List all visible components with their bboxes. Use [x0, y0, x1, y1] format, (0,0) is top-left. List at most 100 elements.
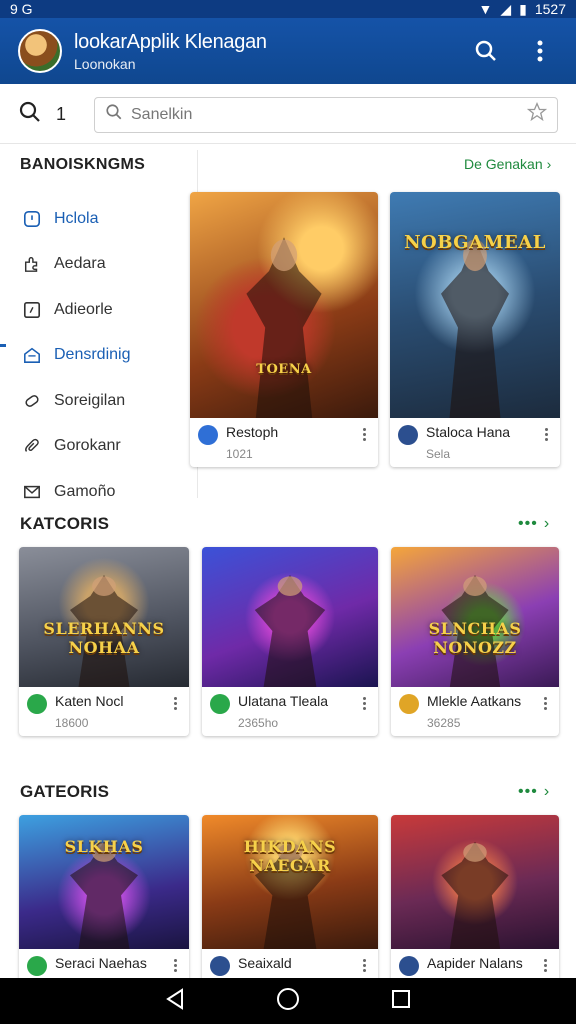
card-text: Ulatana Tleala 2365ho: [238, 693, 358, 730]
square-icon: [22, 300, 42, 320]
card-menu-icon[interactable]: [540, 428, 552, 441]
search-icon[interactable]: [468, 33, 504, 69]
featured-more-link[interactable]: De Genakan ›: [464, 156, 551, 172]
game-card[interactable]: Ulatana Tleala 2365ho: [202, 547, 378, 736]
card-text: Katen Nocl 18600: [55, 693, 169, 730]
category-sidebar: BANOISKNGMS Hclola Aedara Adieorle Densrdin…: [0, 150, 198, 500]
card-text: Aapider Nalans: [427, 955, 539, 971]
card-title: Ulatana Tleala: [238, 693, 329, 709]
card-meta: Katen Nocl 18600: [19, 687, 189, 736]
featured-more-label: De Genakan: [464, 156, 543, 172]
game-artwork: SLERHANNS NOHAA: [19, 547, 189, 687]
game-artwork: SLNCHAS NONOZZ: [391, 547, 559, 687]
more-dots: •••: [518, 783, 538, 800]
sidebar-item-label: Gorokanr: [54, 437, 121, 455]
card-menu-icon[interactable]: [169, 697, 181, 710]
card-title: Aapider Nalans: [427, 955, 523, 971]
card-subtitle: 36285: [427, 716, 461, 730]
app-titles: lookarApplik Klenagan Loonokan: [74, 31, 450, 72]
card-text: Seaixald: [238, 955, 358, 971]
card-meta: Staloca Hana Sela: [390, 418, 560, 467]
sidebar-item-label: Gamoño: [54, 482, 116, 500]
card-menu-icon[interactable]: [358, 697, 370, 710]
avatar[interactable]: [18, 29, 62, 73]
card-title: Staloca Hana: [426, 424, 511, 440]
app-badge-icon: [398, 425, 418, 445]
card-title: Seaixald: [238, 955, 292, 971]
signal-icon: ◢: [500, 0, 512, 17]
card-subtitle: Sela: [426, 447, 451, 461]
card-meta: Mlekle Aatkans 36285: [391, 687, 559, 736]
more-vert-icon[interactable]: [522, 33, 558, 69]
card-menu-icon[interactable]: [169, 959, 181, 972]
card-meta: Ulatana Tleala 2365ho: [202, 687, 378, 736]
card-title: Mlekle Aatkans: [427, 693, 522, 709]
sidebar-item[interactable]: Gorokanr: [0, 424, 197, 470]
sidebar-item[interactable]: Gamoño: [0, 469, 197, 515]
card-menu-icon[interactable]: [358, 959, 370, 972]
status-time: 1527: [534, 1, 566, 17]
search-count: 1: [56, 104, 67, 124]
app-badge-icon: [399, 694, 419, 714]
game-card[interactable]: TOENA Restoph 1021: [190, 192, 378, 467]
game-artwork: NOBGAMEAL: [390, 192, 560, 418]
status-bar: 9 G ▼ ◢ ▮ 1527: [0, 0, 576, 18]
puzzle-icon: [22, 254, 42, 274]
sidebar-item[interactable]: Densrdinig: [0, 333, 197, 379]
sidebar-item[interactable]: Hclola: [0, 196, 197, 242]
game-card[interactable]: SLKHAS Seraci Naehas: [19, 815, 189, 982]
sidebar-item-label: Adieorle: [54, 300, 113, 318]
search-input[interactable]: Sanelkin: [94, 96, 558, 133]
app-badge-icon: [210, 956, 230, 976]
section-more-button[interactable]: ••• ›: [518, 783, 550, 801]
card-text: Restoph 1021: [226, 424, 358, 461]
app-badge-icon: [198, 425, 218, 445]
section-heading: KATCORIS: [20, 514, 110, 533]
chevron-right-icon: ›: [543, 515, 551, 532]
app-badge-icon: [399, 956, 419, 976]
sidebar-item[interactable]: Adieorle: [0, 287, 197, 333]
artwork-title: SLNCHAS NONOZZ: [428, 619, 522, 657]
card-subtitle: 2365ho: [238, 716, 279, 730]
artwork-title: NOBGAMEAL: [404, 232, 546, 253]
artwork-title: HIKDANS NAEGAR: [243, 837, 337, 875]
chevron-right-icon: ›: [543, 783, 551, 800]
game-card[interactable]: Aapider Nalans: [391, 815, 559, 982]
more-dots: •••: [518, 515, 538, 532]
sidebar-item[interactable]: Soreigilan: [0, 378, 197, 424]
game-card[interactable]: NOBGAMEAL Staloca Hana Sela: [390, 192, 560, 467]
sidebar-item-label: Soreigilan: [54, 391, 126, 409]
search-toggle-icon[interactable]: [18, 100, 42, 129]
card-text: Mlekle Aatkans 36285: [427, 693, 539, 730]
search-field-icon: [105, 103, 123, 126]
back-icon[interactable]: [165, 987, 185, 1015]
sidebar-item-label: Aedara: [54, 255, 106, 273]
app-badge-icon: [27, 956, 47, 976]
game-card[interactable]: SLERHANNS NOHAA Katen Nocl 18600: [19, 547, 189, 736]
app-badge-icon: [27, 694, 47, 714]
system-nav-bar: [0, 978, 576, 1024]
game-card[interactable]: SLNCHAS NONOZZ Mlekle Aatkans 36285: [391, 547, 559, 736]
recents-icon[interactable]: [391, 989, 411, 1014]
inbox-icon: [22, 345, 42, 365]
section-heading: GATEORIS: [20, 782, 110, 801]
app-badge-icon: [210, 694, 230, 714]
mail-icon: [22, 482, 42, 502]
game-card[interactable]: HIKDANS NAEGAR Seaixald: [202, 815, 378, 982]
game-artwork: HIKDANS NAEGAR: [202, 815, 378, 949]
card-menu-icon[interactable]: [539, 697, 551, 710]
card-meta: Restoph 1021: [190, 418, 378, 467]
game-artwork: [202, 547, 378, 687]
wifi-icon: ▼: [478, 1, 493, 17]
sidebar-item-label: Densrdinig: [54, 346, 131, 364]
sidebar-item[interactable]: Aedara: [0, 242, 197, 288]
card-menu-icon[interactable]: [539, 959, 551, 972]
tag-icon: [22, 391, 42, 411]
card-menu-icon[interactable]: [358, 428, 370, 441]
game-artwork: SLKHAS: [19, 815, 189, 949]
section-more-button[interactable]: ••• ›: [518, 515, 550, 533]
card-subtitle: 1021: [226, 447, 253, 461]
star-icon[interactable]: [526, 101, 548, 127]
home-icon[interactable]: [276, 987, 300, 1016]
search-row: 1 Sanelkin: [0, 86, 576, 144]
